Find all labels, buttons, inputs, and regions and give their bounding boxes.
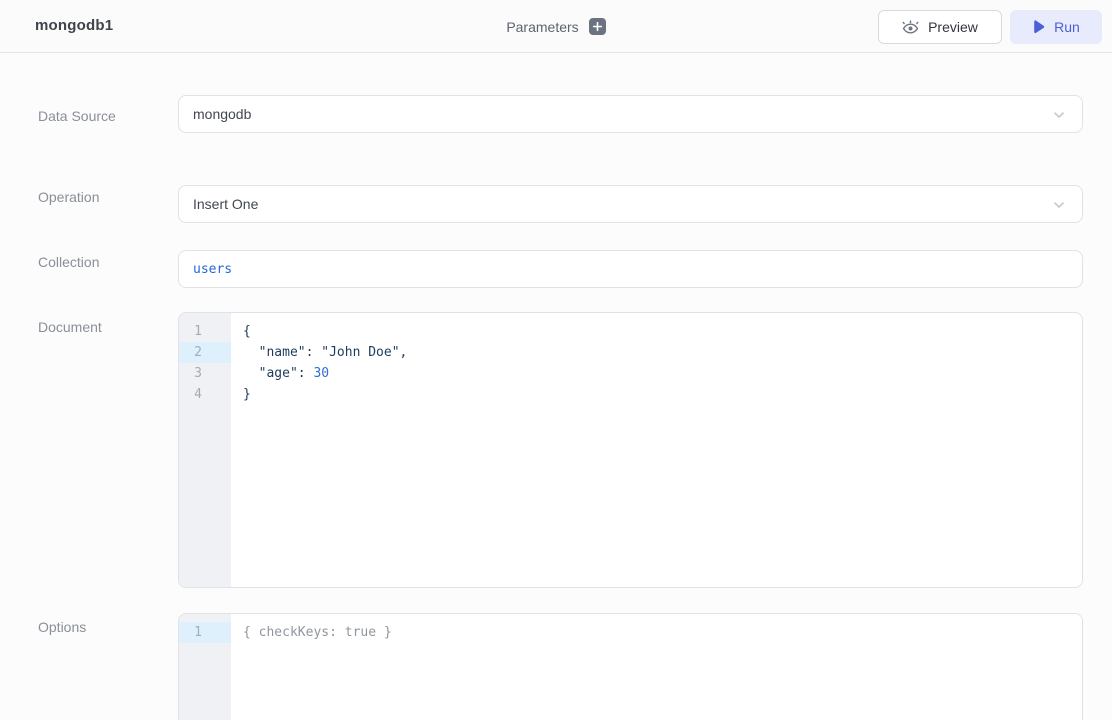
document-gutter: 1234 bbox=[179, 313, 231, 587]
play-icon bbox=[1032, 20, 1045, 34]
document-editor[interactable]: 1234 { "name": "John Doe", "age": 30} bbox=[178, 312, 1083, 588]
options-gutter: 1 bbox=[179, 614, 231, 720]
code-line[interactable]: { bbox=[243, 321, 1082, 342]
line-number: 1 bbox=[179, 622, 231, 643]
code-token-code: } bbox=[243, 387, 251, 402]
query-title[interactable]: mongodb1 bbox=[35, 17, 113, 34]
options-code-area[interactable]: { checkKeys: true } bbox=[231, 614, 1082, 720]
code-line[interactable]: { checkKeys: true } bbox=[243, 622, 1082, 643]
add-parameter-button[interactable] bbox=[589, 18, 606, 35]
operation-dropdown[interactable]: Insert One bbox=[178, 185, 1083, 223]
query-editor-page: mongodb1 Parameters Preview bbox=[0, 0, 1112, 720]
run-button-label: Run bbox=[1054, 19, 1080, 35]
eye-icon bbox=[902, 20, 919, 35]
chevron-down-icon bbox=[1052, 198, 1066, 215]
data-source-dropdown[interactable]: mongodb bbox=[178, 95, 1083, 133]
options-editor[interactable]: 1 { checkKeys: true } bbox=[178, 613, 1083, 720]
parameters-label: Parameters bbox=[506, 19, 578, 35]
code-token-code: "age": bbox=[243, 366, 313, 381]
document-code-area[interactable]: { "name": "John Doe", "age": 30} bbox=[231, 313, 1082, 587]
chevron-down-icon bbox=[1052, 108, 1066, 125]
header-actions: Preview Run bbox=[878, 10, 1102, 44]
plus-icon bbox=[593, 22, 602, 31]
options-label: Options bbox=[38, 619, 86, 635]
data-source-value: mongodb bbox=[193, 106, 251, 122]
line-number: 4 bbox=[179, 384, 231, 405]
collection-label: Collection bbox=[38, 254, 99, 270]
collection-input[interactable]: users bbox=[178, 250, 1083, 288]
code-line[interactable]: "name": "John Doe", bbox=[243, 342, 1082, 363]
header: mongodb1 Parameters Preview bbox=[0, 0, 1112, 53]
preview-button-label: Preview bbox=[928, 19, 978, 35]
code-token-code: { bbox=[243, 324, 251, 339]
operation-value: Insert One bbox=[193, 196, 258, 212]
code-token-number: 30 bbox=[313, 366, 329, 381]
code-token-code: "name": "John Doe", bbox=[243, 345, 407, 360]
code-line[interactable]: "age": 30 bbox=[243, 363, 1082, 384]
document-label: Document bbox=[38, 319, 102, 335]
operation-label: Operation bbox=[38, 189, 99, 205]
code-line[interactable]: } bbox=[243, 384, 1082, 405]
data-source-label: Data Source bbox=[38, 108, 116, 124]
line-number: 3 bbox=[179, 363, 231, 384]
line-number: 1 bbox=[179, 321, 231, 342]
line-number: 2 bbox=[179, 342, 231, 363]
code-token-placeholder: { checkKeys: true } bbox=[243, 625, 392, 640]
preview-button[interactable]: Preview bbox=[878, 10, 1002, 44]
collection-value: users bbox=[193, 262, 232, 277]
run-button[interactable]: Run bbox=[1010, 10, 1102, 44]
